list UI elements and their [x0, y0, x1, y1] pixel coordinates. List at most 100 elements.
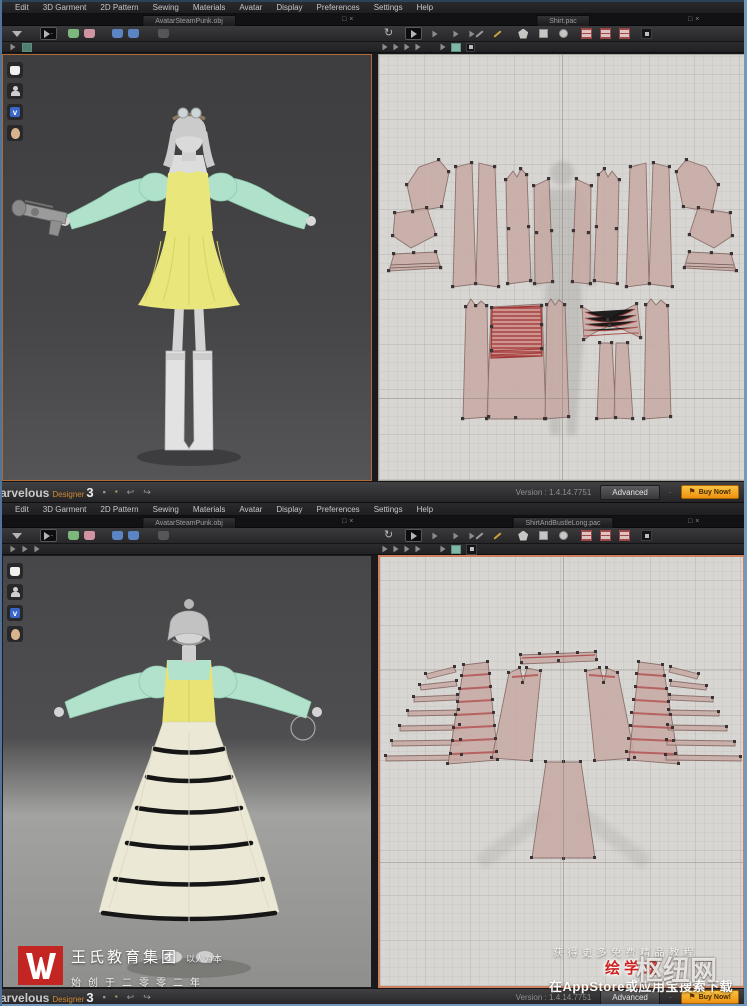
- window-controls-3d[interactable]: □×: [342, 518, 356, 526]
- window-controls-2d[interactable]: □×: [688, 16, 702, 24]
- tab-3d-garment[interactable]: AvatarSteamPunk.obj: [142, 517, 236, 528]
- undo-icon[interactable]: ↩: [127, 992, 135, 1002]
- edit-pattern-tool-icon[interactable]: [405, 529, 423, 542]
- menu-item[interactable]: Sewing: [153, 505, 179, 514]
- edit-pattern-tool-icon[interactable]: [405, 27, 423, 40]
- menu-item[interactable]: Preferences: [317, 3, 360, 12]
- edit-curvature-tool-icon[interactable]: [447, 529, 464, 542]
- sewing-tool-icon[interactable]: [382, 545, 388, 553]
- internal-circle-icon[interactable]: [619, 28, 631, 39]
- swatch-icon[interactable]: ▪: [115, 993, 118, 1001]
- save-icon[interactable]: ▪: [103, 992, 106, 1002]
- close-icon[interactable]: ×: [349, 16, 356, 23]
- polygon-tool-icon[interactable]: [518, 28, 529, 39]
- menu-item[interactable]: Settings: [374, 3, 403, 12]
- menu-item[interactable]: 3D Garment: [43, 505, 87, 514]
- menu-item[interactable]: 3D Garment: [43, 3, 87, 12]
- internal-polygon-icon[interactable]: [581, 530, 593, 541]
- head-dock-icon[interactable]: [7, 125, 23, 141]
- select-move-tool-icon[interactable]: ·: [40, 529, 57, 542]
- rectangle-tool-icon[interactable]: [539, 29, 549, 38]
- play3-icon[interactable]: [34, 545, 40, 553]
- swatch-icon[interactable]: ▪: [115, 488, 118, 496]
- menu-item[interactable]: Display: [276, 3, 302, 12]
- garment-pink-icon[interactable]: [84, 531, 95, 540]
- garment-blue-icon[interactable]: [112, 29, 123, 38]
- tab-2d-pattern[interactable]: Shirt.pac: [536, 15, 590, 26]
- sim-quality-icon[interactable]: [22, 42, 32, 52]
- texture-arrow-icon[interactable]: [440, 43, 446, 51]
- close-icon[interactable]: ×: [695, 518, 702, 525]
- menu-item[interactable]: Materials: [193, 3, 225, 12]
- menu-item[interactable]: 2D Pattern: [100, 3, 138, 12]
- play2-icon[interactable]: [22, 545, 28, 553]
- menu-item[interactable]: Preferences: [317, 505, 360, 514]
- tab-2d-pattern[interactable]: ShirtAndBustleLong.pac: [512, 517, 614, 528]
- shoes-dock-icon[interactable]: v: [7, 605, 23, 621]
- circle-tool-icon[interactable]: [559, 531, 569, 540]
- menu-item[interactable]: Settings: [374, 505, 403, 514]
- close-icon[interactable]: ×: [349, 518, 356, 525]
- circle-tool-icon[interactable]: [559, 29, 569, 38]
- texture-dark-icon[interactable]: [466, 42, 475, 52]
- menu-item[interactable]: Edit: [15, 505, 29, 514]
- menu-item[interactable]: 2D Pattern: [100, 505, 138, 514]
- select-move-tool-icon[interactable]: ·: [40, 27, 57, 40]
- dart-tool-icon[interactable]: [641, 530, 653, 541]
- viewport-2d-top[interactable]: [378, 54, 745, 481]
- undo-icon[interactable]: ↩: [127, 487, 135, 497]
- sewing-edit-icon[interactable]: [393, 43, 399, 51]
- menu-item[interactable]: Help: [417, 505, 433, 514]
- viewport-3d-top[interactable]: v: [2, 54, 372, 481]
- play-icon[interactable]: [10, 545, 16, 553]
- garment-blue2-icon[interactable]: [128, 531, 139, 540]
- internal-polygon-icon[interactable]: [581, 28, 593, 39]
- window-controls-3d[interactable]: □×: [342, 16, 356, 24]
- garment-ghost-icon[interactable]: [158, 531, 169, 540]
- head-dock-icon[interactable]: [7, 626, 23, 642]
- texture-tool-icon[interactable]: [451, 544, 461, 554]
- sync-icon[interactable]: ↻: [384, 28, 393, 39]
- polygon-tool-icon[interactable]: [518, 530, 529, 541]
- edit-curve-tool-icon[interactable]: [426, 529, 443, 542]
- viewport-3d-bottom[interactable]: v: [2, 555, 372, 988]
- internal-rectangle-icon[interactable]: [600, 530, 612, 541]
- menu-item[interactable]: Avatar: [239, 3, 262, 12]
- internal-rectangle-icon[interactable]: [600, 28, 612, 39]
- shoes-dock-icon[interactable]: v: [7, 104, 23, 120]
- sewing-edit-icon[interactable]: [393, 545, 399, 553]
- drop-arrow-icon[interactable]: [8, 529, 25, 542]
- close-icon[interactable]: ×: [695, 16, 702, 23]
- menu-item[interactable]: Sewing: [153, 3, 179, 12]
- garment-dock-icon[interactable]: [7, 62, 23, 78]
- texture-arrow-icon[interactable]: [440, 545, 446, 553]
- add-point-tool-icon[interactable]: [468, 27, 485, 40]
- garment-dock-icon[interactable]: [7, 563, 23, 579]
- garment-blue2-icon[interactable]: [128, 29, 139, 38]
- texture-dark-icon[interactable]: [466, 543, 477, 555]
- sync-icon[interactable]: ↻: [384, 530, 393, 541]
- dart-tool-icon[interactable]: [641, 28, 653, 39]
- sewing-tool-icon[interactable]: [382, 43, 388, 51]
- tab-3d-garment[interactable]: AvatarSteamPunk.obj: [142, 15, 236, 26]
- advanced-button[interactable]: Advanced: [600, 484, 660, 500]
- edit-curve-tool-icon[interactable]: [426, 27, 443, 40]
- garment-green-icon[interactable]: [68, 29, 79, 38]
- add-point-tool-icon[interactable]: [468, 529, 485, 542]
- avatar-dock-icon[interactable]: [7, 584, 23, 600]
- menu-item[interactable]: Edit: [15, 3, 29, 12]
- edit-curvature-tool-icon[interactable]: [447, 27, 464, 40]
- buy-now-button[interactable]: ⚑ Buy Now!: [680, 485, 739, 499]
- avatar-dock-icon[interactable]: [7, 83, 23, 99]
- seam2-icon[interactable]: [415, 43, 421, 51]
- texture-tool-icon[interactable]: [451, 42, 461, 52]
- menu-item[interactable]: Materials: [193, 505, 225, 514]
- play-icon[interactable]: [10, 43, 16, 51]
- save-icon[interactable]: ▪: [103, 487, 106, 497]
- garment-blue-icon[interactable]: [112, 531, 123, 540]
- menu-item[interactable]: Help: [417, 3, 433, 12]
- internal-circle-icon[interactable]: [619, 530, 631, 541]
- viewport-2d-bottom[interactable]: [378, 555, 745, 988]
- rectangle-tool-icon[interactable]: [539, 531, 549, 540]
- garment-pink-icon[interactable]: [84, 29, 95, 38]
